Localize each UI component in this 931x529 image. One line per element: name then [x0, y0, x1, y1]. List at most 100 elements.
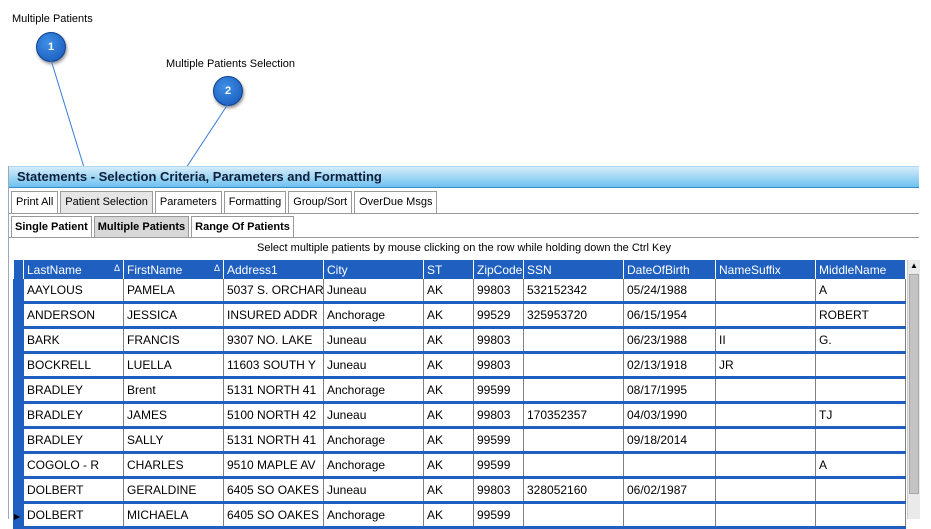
row-selector[interactable] — [13, 302, 24, 329]
table-cell[interactable]: 6405 SO OAKES — [223, 477, 324, 504]
table-cell[interactable]: ANDERSON — [23, 302, 124, 329]
table-cell[interactable]: 532152342 — [523, 279, 624, 304]
subtab-single-patient[interactable]: Single Patient — [11, 216, 92, 238]
table-cell[interactable]: 5131 NORTH 41 — [223, 427, 324, 454]
column-header-ssn[interactable]: SSN — [523, 260, 624, 279]
row-selector[interactable] — [13, 377, 24, 404]
table-cell[interactable]: 06/23/1988 — [623, 327, 716, 354]
table-cell[interactable]: Anchorage — [323, 302, 424, 329]
table-cell[interactable] — [815, 352, 906, 379]
tab-overdue-msgs[interactable]: OverDue Msgs — [354, 191, 438, 213]
table-cell[interactable]: DOLBERT — [23, 502, 124, 529]
table-row[interactable]: BRADLEY SALLY 5131 NORTH 41 Anchorage AK 9959… — [13, 427, 906, 454]
table-cell[interactable]: Juneau — [323, 402, 424, 429]
table-cell[interactable]: 99803 — [473, 477, 524, 504]
row-selector[interactable] — [13, 279, 24, 304]
column-header-city[interactable]: City — [323, 260, 424, 279]
table-cell[interactable]: BRADLEY — [23, 377, 124, 404]
table-cell[interactable]: 9510 MAPLE AV — [223, 452, 324, 479]
table-cell[interactable]: AK — [423, 377, 474, 404]
table-cell[interactable]: 05/24/1988 — [623, 279, 716, 304]
column-header-st[interactable]: ST — [423, 260, 474, 279]
table-row[interactable]: BOCKRELL LUELLA 11603 SOUTH Y Juneau AK 99803… — [13, 352, 906, 379]
table-cell[interactable] — [715, 427, 816, 454]
table-cell[interactable]: AK — [423, 452, 474, 479]
table-cell[interactable]: AK — [423, 327, 474, 354]
table-row[interactable]: DOLBERT GERALDINE 6405 SO OAKES Juneau AK 998… — [13, 477, 906, 504]
row-selector[interactable] — [13, 427, 24, 454]
table-cell[interactable]: Juneau — [323, 279, 424, 304]
table-row[interactable]: COGOLO - R CHARLES 9510 MAPLE AV Anchorage A… — [13, 452, 906, 479]
table-cell[interactable]: BRADLEY — [23, 427, 124, 454]
table-cell[interactable] — [715, 402, 816, 429]
table-cell[interactable]: 04/03/1990 — [623, 402, 716, 429]
row-selector[interactable] — [13, 402, 24, 429]
table-cell[interactable]: 9307 NO. LAKE — [223, 327, 324, 354]
table-cell[interactable]: FRANCIS — [123, 327, 224, 354]
table-row[interactable]: ▶ DOLBERT MICHAELA 6405 SO OAKES Anchorage AK… — [13, 502, 906, 529]
table-cell[interactable] — [523, 452, 624, 479]
table-cell[interactable] — [815, 427, 906, 454]
table-cell[interactable]: BRADLEY — [23, 402, 124, 429]
table-cell[interactable]: PAMELA — [123, 279, 224, 304]
tab-print-all[interactable]: Print All — [11, 191, 59, 213]
table-cell[interactable] — [715, 302, 816, 329]
table-row[interactable]: BRADLEY JAMES 5100 NORTH 42 Juneau AK 99803 17… — [13, 402, 906, 429]
table-cell[interactable]: AAYLOUS — [23, 279, 124, 304]
table-cell[interactable]: 09/18/2014 — [623, 427, 716, 454]
table-cell[interactable]: 99803 — [473, 279, 524, 304]
table-cell[interactable]: LUELLA — [123, 352, 224, 379]
table-row[interactable]: ANDERSON JESSICA INSURED ADDR Anchorage AK 99… — [13, 302, 906, 329]
table-cell[interactable] — [715, 477, 816, 504]
table-cell[interactable]: 06/15/1954 — [623, 302, 716, 329]
table-cell[interactable]: AK — [423, 502, 474, 529]
tab-parameters[interactable]: Parameters — [154, 191, 222, 213]
table-cell[interactable]: MICHAELA — [123, 502, 224, 529]
table-cell[interactable]: Anchorage — [323, 452, 424, 479]
row-selector[interactable] — [13, 477, 24, 504]
table-cell[interactable]: AK — [423, 279, 474, 304]
table-cell[interactable]: 5037 S. ORCHAR — [223, 279, 324, 304]
table-cell[interactable]: JESSICA — [123, 302, 224, 329]
table-cell[interactable]: 11603 SOUTH Y — [223, 352, 324, 379]
column-header-dateofbirth[interactable]: DateOfBirth — [623, 260, 716, 279]
table-cell[interactable]: 99529 — [473, 302, 524, 329]
table-cell[interactable]: G. — [815, 327, 906, 354]
tab-formatting[interactable]: Formatting — [223, 191, 287, 213]
table-cell[interactable]: Juneau — [323, 477, 424, 504]
table-cell[interactable] — [623, 502, 716, 529]
table-cell[interactable]: 5131 NORTH 41 — [223, 377, 324, 404]
subtab-multiple-patients[interactable]: Multiple Patients — [93, 216, 190, 238]
table-cell[interactable]: 99803 — [473, 352, 524, 379]
column-header-namesuffix[interactable]: NameSuffix — [715, 260, 816, 279]
table-cell[interactable]: II — [715, 327, 816, 354]
table-cell[interactable]: AK — [423, 302, 474, 329]
table-row[interactable]: BRADLEY Brent 5131 NORTH 41 Anchorage AK 9959… — [13, 377, 906, 404]
table-cell[interactable]: JAMES — [123, 402, 224, 429]
table-cell[interactable] — [815, 502, 906, 529]
table-cell[interactable]: 328052160 — [523, 477, 624, 504]
table-cell[interactable] — [715, 502, 816, 529]
scroll-up-arrow-icon[interactable]: ▲ — [908, 260, 920, 272]
scrollbar-thumb[interactable] — [909, 274, 919, 494]
table-cell[interactable]: 08/17/1995 — [623, 377, 716, 404]
table-cell[interactable] — [523, 352, 624, 379]
table-cell[interactable]: 99803 — [473, 327, 524, 354]
table-cell[interactable] — [523, 502, 624, 529]
grid-vertical-scrollbar[interactable]: ▲ — [907, 260, 920, 519]
table-cell[interactable] — [523, 427, 624, 454]
column-header-address1[interactable]: Address1 — [223, 260, 324, 279]
table-cell[interactable]: 99599 — [473, 377, 524, 404]
table-cell[interactable]: 5100 NORTH 42 — [223, 402, 324, 429]
table-cell[interactable] — [623, 452, 716, 479]
table-cell[interactable]: Juneau — [323, 327, 424, 354]
table-cell[interactable]: BARK — [23, 327, 124, 354]
table-cell[interactable]: 02/13/1918 — [623, 352, 716, 379]
tab-group-sort[interactable]: Group/Sort — [288, 191, 353, 213]
table-cell[interactable]: TJ — [815, 402, 906, 429]
table-cell[interactable]: 06/02/1987 — [623, 477, 716, 504]
table-cell[interactable]: AK — [423, 402, 474, 429]
table-cell[interactable]: 99599 — [473, 427, 524, 454]
table-cell[interactable]: ROBERT — [815, 302, 906, 329]
table-cell[interactable]: DOLBERT — [23, 477, 124, 504]
